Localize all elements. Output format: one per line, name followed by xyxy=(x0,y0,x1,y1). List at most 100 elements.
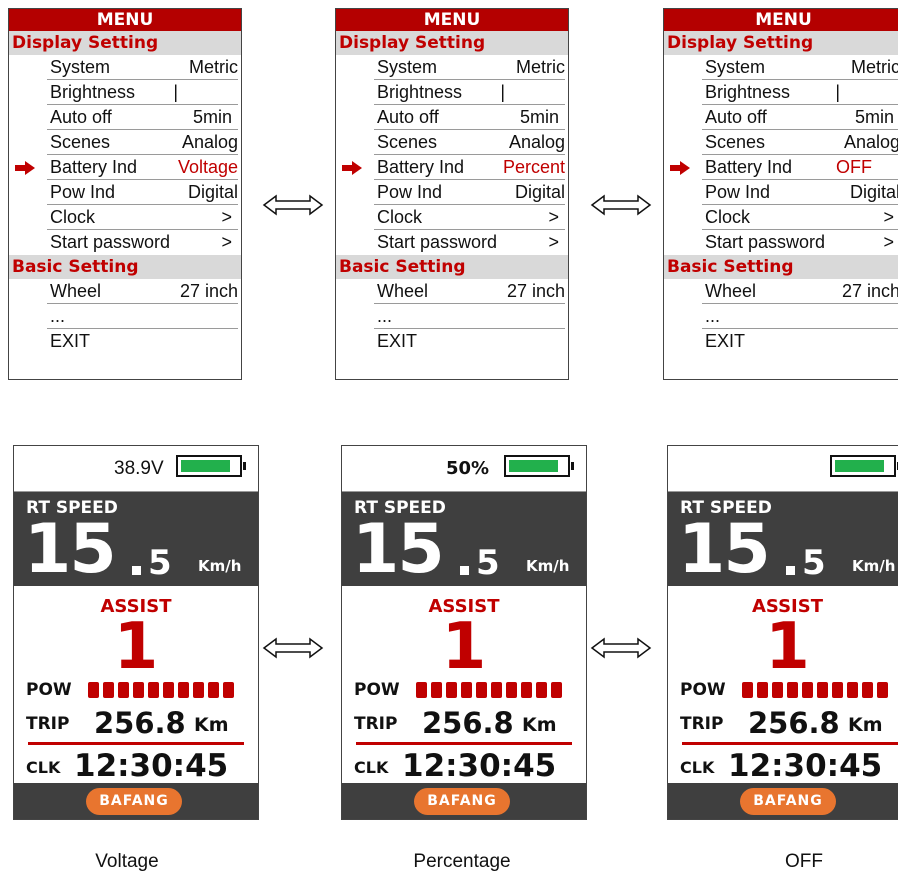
menu-row-more[interactable]: ... xyxy=(702,304,898,329)
battery-icon xyxy=(504,455,574,477)
row-label: ... xyxy=(50,306,66,326)
battery-level-fill xyxy=(181,460,230,472)
menu-row-battery-ind[interactable]: Battery Ind Voltage xyxy=(15,155,238,180)
row-value: Analog xyxy=(508,132,565,152)
row-label: Wheel xyxy=(50,281,102,301)
speed-decimal-point xyxy=(132,566,141,575)
menu-row-exit[interactable]: EXIT xyxy=(47,329,238,354)
trip-value: 256.8 xyxy=(748,706,840,740)
power-segment xyxy=(772,682,783,698)
menu-row-battery-ind[interactable]: Battery Ind OFF xyxy=(670,155,898,180)
caption-voltage: Voltage xyxy=(95,851,159,872)
speed-decimal: 5 xyxy=(476,543,500,583)
power-segment xyxy=(802,682,813,698)
row-label: Clock xyxy=(50,207,96,227)
row-value: Analog xyxy=(843,132,898,152)
power-segment xyxy=(193,682,204,698)
menu-row-brightness[interactable]: Brightness | xyxy=(702,80,898,105)
power-segment xyxy=(416,682,427,698)
row-label: Start password xyxy=(705,232,826,252)
power-segment xyxy=(178,682,189,698)
menu-row-auto-off[interactable]: Auto off 5min xyxy=(374,105,565,130)
row-label: Pow Ind xyxy=(377,182,443,202)
power-segments xyxy=(416,682,566,698)
menu-row-pow-ind[interactable]: Pow Ind Digital xyxy=(47,180,238,205)
row-label: System xyxy=(705,57,766,77)
power-segment xyxy=(491,682,502,698)
menu-row-wheel[interactable]: Wheel 27 inch xyxy=(47,279,238,304)
menu-title: MENU xyxy=(336,9,568,31)
trip-unit: Km xyxy=(194,714,229,736)
menu-row-auto-off[interactable]: Auto off 5min xyxy=(702,105,898,130)
menu-row-scenes[interactable]: Scenes Analog xyxy=(374,130,565,155)
menu-title: MENU xyxy=(664,9,898,31)
menu-row-pow-ind[interactable]: Pow Ind Digital xyxy=(702,180,898,205)
menu-row-wheel[interactable]: Wheel 27 inch xyxy=(702,279,898,304)
menu-row-clock[interactable]: Clock > xyxy=(47,205,238,230)
speed-panel: RT SPEED 15 5 Km/h xyxy=(14,492,258,586)
menu-row-start-password[interactable]: Start password > xyxy=(374,230,565,255)
menu-row-exit[interactable]: EXIT xyxy=(374,329,565,354)
power-segment xyxy=(461,682,472,698)
menu-row-start-password[interactable]: Start password > xyxy=(47,230,238,255)
power-segment xyxy=(163,682,174,698)
menu-row-auto-off[interactable]: Auto off 5min xyxy=(47,105,238,130)
power-segment xyxy=(847,682,858,698)
row-value: 5min xyxy=(519,107,559,127)
menu-row-more[interactable]: ... xyxy=(374,304,565,329)
power-segment xyxy=(862,682,873,698)
section-basic-setting: Basic Setting xyxy=(9,255,241,279)
clk-label: CLK xyxy=(26,758,61,777)
row-label: EXIT xyxy=(377,331,418,351)
menu-row-clock[interactable]: Clock > xyxy=(374,205,565,230)
power-segment xyxy=(148,682,159,698)
menu-row-pow-ind[interactable]: Pow Ind Digital xyxy=(374,180,565,205)
power-segment xyxy=(832,682,843,698)
divider xyxy=(682,742,898,745)
row-label: Auto off xyxy=(377,107,439,127)
menu-row-scenes[interactable]: Scenes Analog xyxy=(47,130,238,155)
double-arrow-icon xyxy=(590,194,652,216)
menu-row-more[interactable]: ... xyxy=(47,304,238,329)
row-label: Clock xyxy=(377,207,423,227)
row-label: Start password xyxy=(377,232,498,252)
trip-unit: Km xyxy=(848,714,883,736)
trip-label: TRIP xyxy=(354,714,398,734)
row-label: EXIT xyxy=(50,331,91,351)
battery-level-fill xyxy=(835,460,884,472)
row-value: 27 inch xyxy=(506,281,565,301)
speed-unit: Km/h xyxy=(198,557,242,575)
menu-row-scenes[interactable]: Scenes Analog xyxy=(702,130,898,155)
menu-row-battery-ind[interactable]: Battery Ind Percent xyxy=(342,155,565,180)
chevron-right-icon: > xyxy=(883,207,894,227)
power-segment xyxy=(476,682,487,698)
caption-off: OFF xyxy=(785,851,823,872)
menu-row-brightness[interactable]: Brightness | xyxy=(374,80,565,105)
menu-row-exit[interactable]: EXIT xyxy=(702,329,898,354)
footer-bar: BAFANG xyxy=(668,783,898,819)
row-value: Metric xyxy=(516,57,565,77)
pow-label: POW xyxy=(680,680,726,700)
menu-row-brightness[interactable]: Brightness | xyxy=(47,80,238,105)
chevron-right-icon: > xyxy=(548,207,559,227)
row-label: Brightness xyxy=(705,82,791,102)
menu-row-system[interactable]: System Metric xyxy=(47,55,238,80)
row-label: Auto off xyxy=(705,107,767,127)
clk-value: 12:30:45 xyxy=(74,748,229,784)
footer-bar: BAFANG xyxy=(14,783,258,819)
speed-decimal-point xyxy=(460,566,469,575)
clk-value: 12:30:45 xyxy=(728,748,883,784)
row-value: Digital xyxy=(514,182,565,202)
menu-row-clock[interactable]: Clock > xyxy=(702,205,898,230)
menu-row-system[interactable]: System Metric xyxy=(702,55,898,80)
menu-row-system[interactable]: System Metric xyxy=(374,55,565,80)
chevron-right-icon: > xyxy=(883,232,894,252)
power-segment xyxy=(118,682,129,698)
bafang-logo: BAFANG xyxy=(86,788,182,815)
menu-row-wheel[interactable]: Wheel 27 inch xyxy=(374,279,565,304)
power-segment xyxy=(431,682,442,698)
trip-value: 256.8 xyxy=(422,706,514,740)
menu-row-start-password[interactable]: Start password > xyxy=(702,230,898,255)
battery-icon xyxy=(176,455,246,477)
assist-level: 1 xyxy=(441,610,487,684)
